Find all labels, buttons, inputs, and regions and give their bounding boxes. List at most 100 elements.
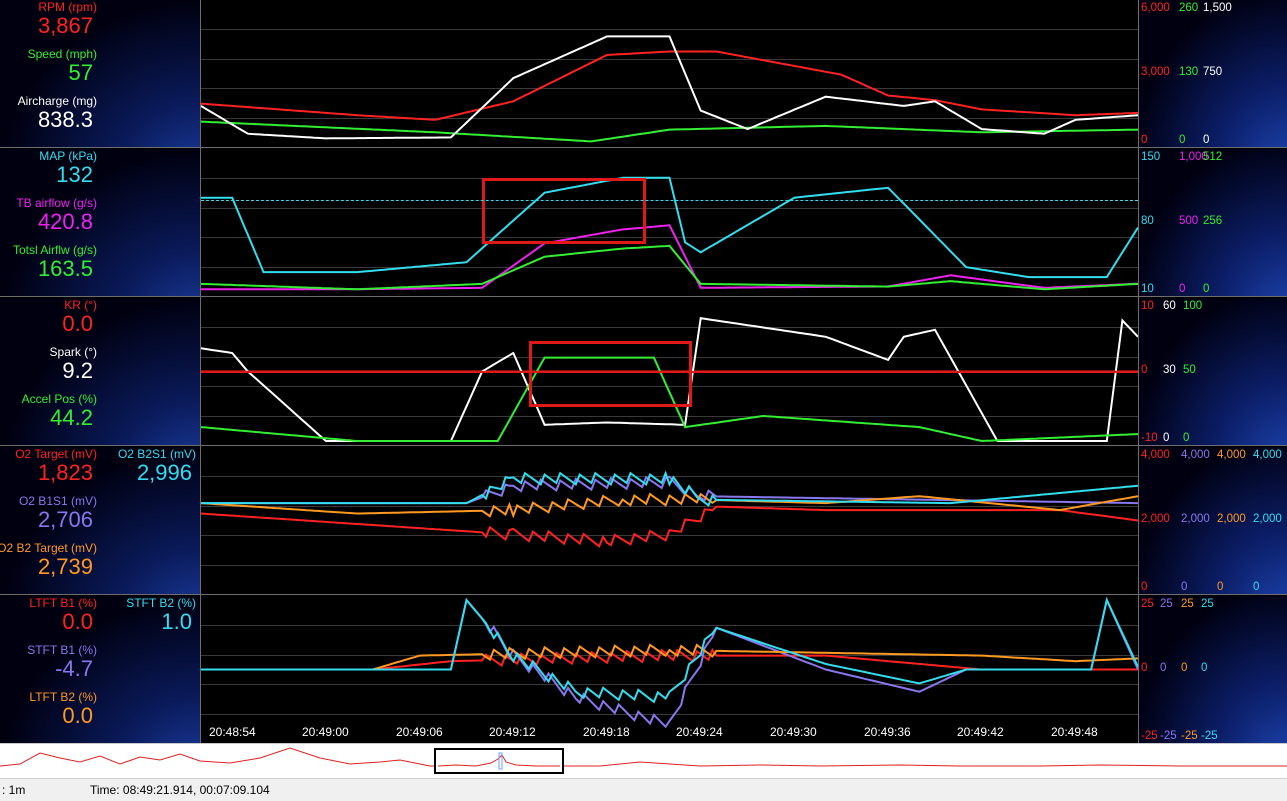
axis-scale-panel: 25 0 -25 25 0 -25 25 0 -25 25 0 -25 (1139, 596, 1287, 743)
channel-label[interactable]: Totsl Airflw (g/s) (13, 243, 97, 257)
channel-label[interactable]: KR (°) (64, 298, 97, 312)
scale-tick-label: 4,000 (1253, 449, 1282, 461)
channel-label[interactable]: O2 B1S1 (mV) (19, 494, 97, 508)
scale-tick-label: 0 (1163, 432, 1170, 444)
channel-value: 0.0 (62, 703, 93, 728)
scale-tick-label: 150 (1141, 151, 1161, 163)
channel-label[interactable]: MAP (kPa) (39, 149, 97, 163)
scale-tick-label: 0 (1201, 662, 1208, 674)
scale-tick-label: 0 (1141, 364, 1148, 376)
scale-tick-label: 2,000 (1141, 513, 1170, 525)
channel-value: 420.8 (37, 209, 93, 234)
series-trace-stft-b1 (201, 596, 1138, 729)
scale-tick-label: 256 (1203, 215, 1223, 227)
scale-tick-label: 50 (1183, 364, 1196, 376)
scale-tick-label: 100 (1183, 300, 1203, 312)
scale-tick-label: 1,500 (1203, 2, 1232, 14)
scale-tick-label: 0 (1141, 134, 1148, 146)
plot-svg (201, 176, 1138, 291)
channel-label[interactable]: Accel Pos (%) (22, 392, 97, 406)
time-tick: 20:48:54 (209, 725, 256, 739)
plot-svg (201, 29, 1138, 143)
channel-label[interactable]: O2 B2 Target (mV) (0, 541, 97, 555)
time-tick: 20:49:12 (489, 725, 536, 739)
plot-panel[interactable] (201, 149, 1138, 296)
channel-value: 44.2 (50, 405, 93, 430)
axis-scale-panel: 10 0 -10 60 30 0 100 50 0 (1139, 298, 1287, 445)
datalog-chart-area[interactable]: RPM (rpm) 3,867 Speed (mph) 57 Aircharge (mg… (0, 0, 1287, 743)
channel-value: 1,823 (37, 460, 93, 485)
channel-readout-panel: KR (°) 0.0 Spark (°) 9.2 Accel Pos (%) 44.2 (0, 298, 200, 445)
channel-label[interactable]: STFT B1 (%) (27, 643, 97, 657)
plot-panel[interactable] (201, 596, 1138, 743)
time-tick: 20:49:00 (302, 725, 349, 739)
time-tick: 20:49:36 (864, 725, 911, 739)
channel-value: 838.3 (37, 107, 93, 132)
channel-readout-panel: RPM (rpm) 3,867 Speed (mph) 57 Aircharge (mg… (0, 0, 200, 147)
channel-label[interactable]: TB airflow (g/s) (16, 196, 97, 210)
scale-tick-label: 3,000 (1141, 66, 1170, 78)
left-divider (200, 0, 201, 743)
channel-label[interactable]: Speed (mph) (28, 47, 97, 61)
playhead-marker (498, 752, 503, 770)
channel-value: 163.5 (37, 256, 93, 281)
series-trace-rpm-rpm (201, 50, 1138, 121)
channel-label[interactable]: O2 Target (mV) (15, 447, 97, 461)
plot-panel[interactable] (201, 447, 1138, 594)
scale-tick-label: 0 (1181, 662, 1188, 674)
channel-value: 132 (56, 162, 93, 187)
scale-tick-label: 0 (1203, 283, 1210, 295)
time-tick: 20:49:42 (957, 725, 1004, 739)
overview-trace (0, 747, 1287, 767)
channel-label[interactable]: O2 B2S1 (mV) (118, 447, 196, 461)
channel-label[interactable]: STFT B2 (%) (126, 596, 196, 610)
time-tick: 20:49:24 (676, 725, 723, 739)
scale-tick-label: 130 (1179, 66, 1199, 78)
channel-value: 2,996 (136, 460, 192, 485)
scale-tick-label: 2,000 (1253, 513, 1282, 525)
scale-tick-label: 80 (1141, 215, 1154, 227)
cursor-time: Time: 08:49:21.914, 00:07:09.104 (90, 783, 270, 797)
scale-tick-label: 25 (1160, 598, 1173, 610)
panel-separator (0, 147, 1287, 148)
scale-tick-label: 0 (1179, 283, 1186, 295)
series-trace-o2-b2-target-mv (201, 492, 1138, 519)
time-tick: 20:49:48 (1051, 725, 1098, 739)
reference-line (201, 200, 1138, 201)
scale-tick-label: 10 (1141, 283, 1154, 295)
scale-tick-label: -25 (1160, 730, 1177, 742)
channel-label[interactable]: RPM (rpm) (38, 0, 97, 14)
plot-panel[interactable] (201, 0, 1138, 147)
zoom-level: : 1m (2, 783, 26, 797)
scale-tick-label: 10 (1141, 300, 1154, 312)
scale-tick-label: 0 (1183, 432, 1190, 444)
overview-viewport-window[interactable] (434, 748, 564, 774)
scale-tick-label: 0 (1141, 581, 1148, 593)
scale-tick-label: 2,000 (1217, 513, 1246, 525)
time-tick: 20:49:06 (396, 725, 443, 739)
time-tick: 20:49:30 (770, 725, 817, 739)
time-tick: 20:49:18 (583, 725, 630, 739)
scale-tick-label: 0 (1160, 662, 1167, 674)
scale-tick-label: 0 (1179, 134, 1186, 146)
channel-label[interactable]: Aircharge (mg) (18, 94, 97, 108)
scale-tick-label: 30 (1163, 364, 1176, 376)
channel-value: 2,706 (37, 507, 93, 532)
channel-value: 2,739 (37, 554, 93, 579)
scale-tick-label: 500 (1179, 215, 1199, 227)
panel-separator (0, 594, 1287, 595)
series-trace-tb-airflow-g-s (201, 224, 1138, 291)
overview-rpm-trace (0, 747, 1287, 767)
scale-tick-label: 4,000 (1141, 449, 1170, 461)
reference-line (201, 371, 1138, 373)
channel-label[interactable]: LTFT B2 (%) (29, 690, 97, 704)
scale-tick-label: 260 (1179, 2, 1199, 14)
overview-strip[interactable] (0, 743, 1287, 778)
channel-label[interactable]: Spark (°) (50, 345, 97, 359)
channel-label[interactable]: LTFT B1 (%) (29, 596, 97, 610)
series-trace-ltft-b1 (201, 647, 1138, 671)
scale-tick-label: 25 (1181, 598, 1194, 610)
panel-separator (0, 445, 1287, 446)
scale-tick-label: 25 (1141, 598, 1154, 610)
time-axis: 20:48:54 20:49:00 20:49:06 20:49:12 20:4… (201, 724, 1138, 743)
